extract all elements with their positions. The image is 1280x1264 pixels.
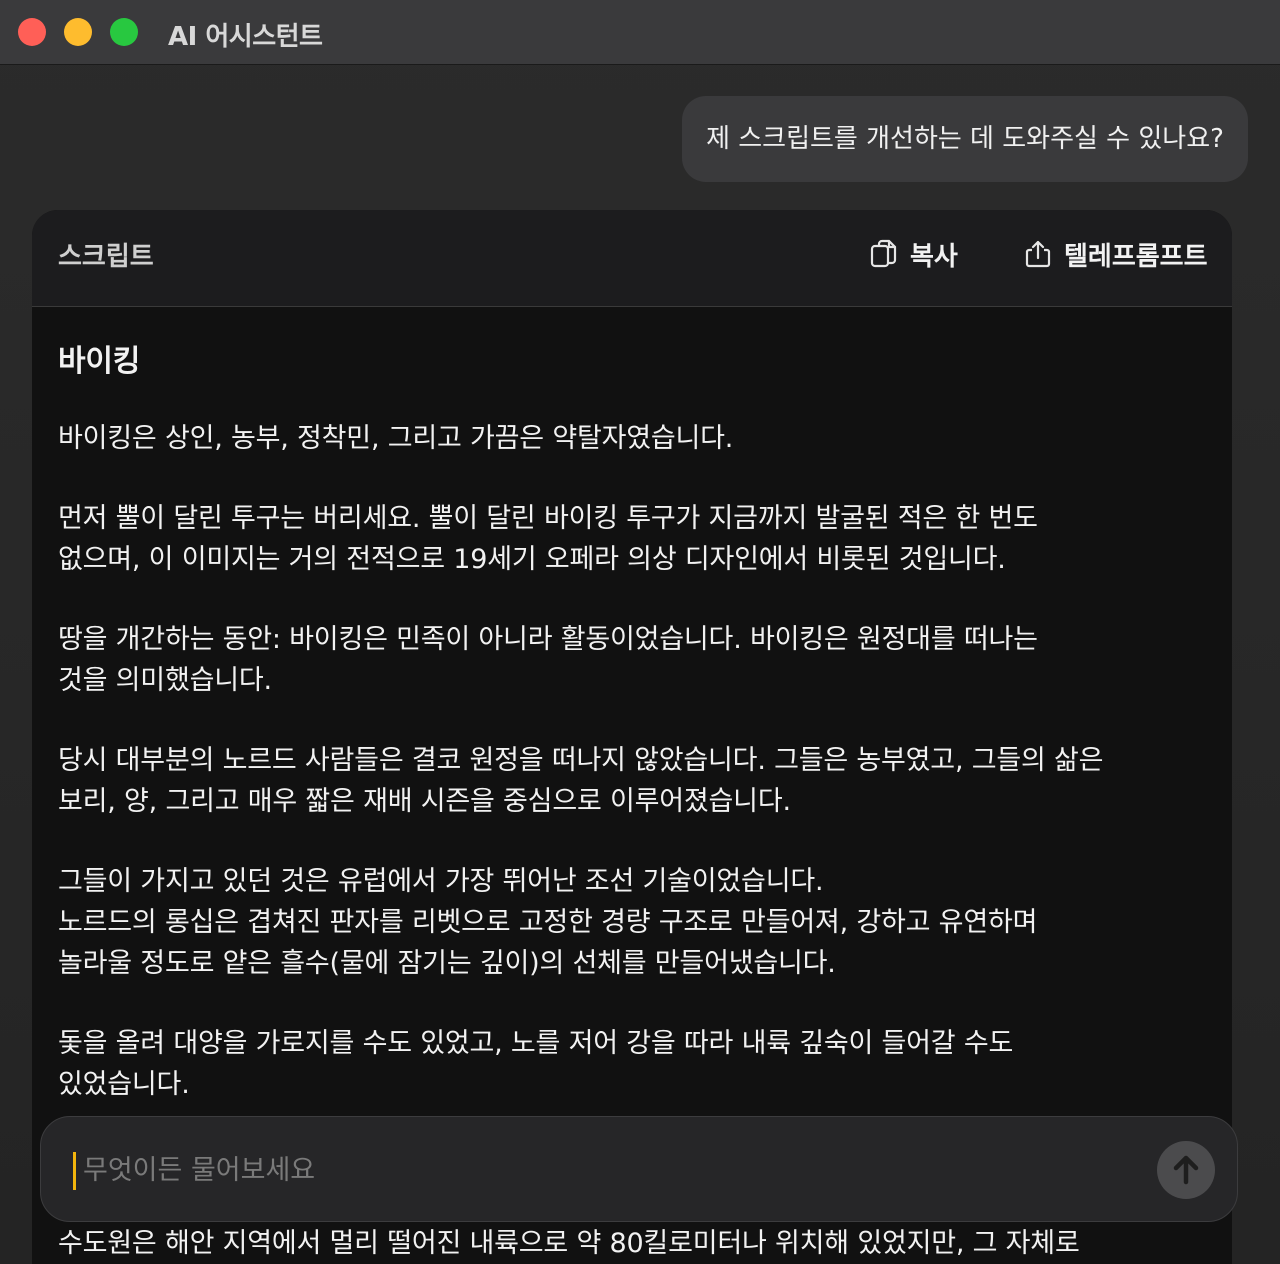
- copy-button[interactable]: 복사: [870, 234, 958, 274]
- copy-button-label: 복사: [910, 241, 958, 272]
- script-content: 바이킹 바이킹은 상인, 농부, 정착민, 그리고 가끔은 약탈자였습니다. 먼…: [58, 340, 1198, 1144]
- minimize-window-button[interactable]: [64, 18, 92, 46]
- share-icon: [1025, 240, 1051, 268]
- script-paragraph: 당시 대부분의 노르드 사람들은 결코 원정을 떠나지 않았습니다. 그들은 농…: [58, 745, 1104, 817]
- user-message-bubble: 제 스크립트를 개선하는 데 도와주실 수 있나요?: [682, 96, 1248, 182]
- script-trailing-line: 수도원은 해안 지역에서 멀리 떨어진 내륙으로 약 80킬로미터나 위치해 있…: [58, 1228, 1080, 1259]
- script-paragraph: 땅을 개간하는 동안: 바이킹은 민족이 아니라 활동이었습니다. 바이킹은 원…: [58, 624, 1038, 696]
- arrow-up-icon: [1173, 1155, 1199, 1185]
- window-title: AI 어시스턴트: [168, 22, 323, 52]
- script-paragraph: 먼저 뿔이 달린 투구는 버리세요. 뿔이 달린 바이킹 투구가 지금까지 발굴…: [58, 503, 1038, 575]
- script-card-title: 스크립트: [58, 242, 154, 272]
- teleprompter-button-label: 텔레프롬프트: [1064, 241, 1208, 272]
- script-heading: 바이킹: [58, 344, 141, 379]
- script-paragraph: 바이킹은 상인, 농부, 정착민, 그리고 가끔은 약탈자였습니다.: [58, 423, 734, 454]
- script-card: 스크립트 복사 텔레프롬프트 바이킹 바이킹은 상인, 농부, 정착민, 그리고: [32, 210, 1232, 1264]
- script-paragraph: 그들이 가지고 있던 것은 유럽에서 가장 뛰어난 조선 기술이었습니다. 노르…: [58, 866, 1038, 979]
- app-window: AI 어시스턴트 제 스크립트를 개선하는 데 도와주실 수 있나요? 스크립트…: [0, 0, 1280, 1264]
- text-caret: [73, 1152, 76, 1190]
- prompt-input-bar: [40, 1116, 1238, 1222]
- copy-icon: [870, 239, 897, 268]
- close-window-button[interactable]: [18, 18, 46, 46]
- send-button[interactable]: [1157, 1141, 1215, 1199]
- title-bar: AI 어시스턴트: [0, 0, 1280, 65]
- maximize-window-button[interactable]: [110, 18, 138, 46]
- teleprompter-button[interactable]: 텔레프롬프트: [1024, 234, 1208, 274]
- script-card-header: 스크립트 복사 텔레프롬프트: [32, 210, 1232, 307]
- prompt-input[interactable]: [81, 1143, 1145, 1197]
- script-paragraph: 돛을 올려 대양을 가로지를 수도 있었고, 노를 저어 강을 따라 내륙 깊숙…: [58, 1028, 1014, 1100]
